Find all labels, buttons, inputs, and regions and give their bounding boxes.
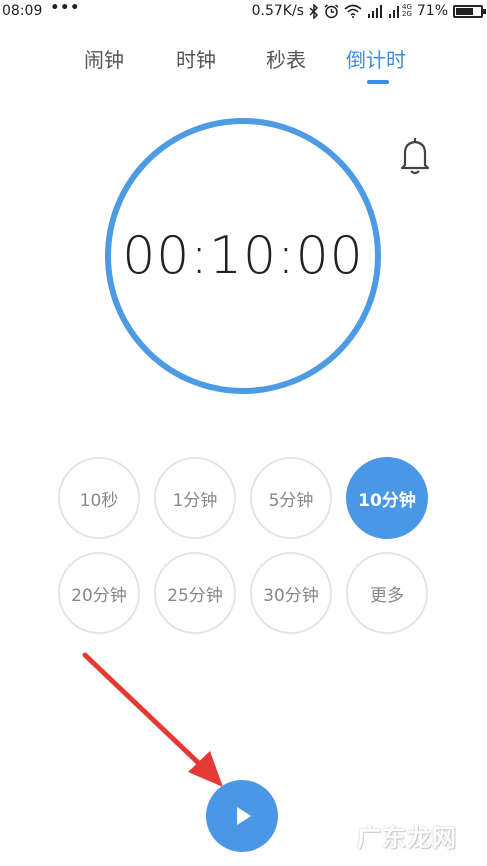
signal-icon-secondary <box>388 4 400 18</box>
play-icon <box>237 807 251 825</box>
notification-dots: ••• <box>50 0 81 16</box>
preset-5min-button[interactable]: 5分钟 <box>250 457 332 539</box>
network-speed: 0.57K/s <box>251 3 304 19</box>
start-button[interactable] <box>206 780 278 852</box>
preset-25min-button[interactable]: 25分钟 <box>154 552 236 634</box>
battery-percent: 71% <box>416 3 448 19</box>
preset-20min-button[interactable]: 20分钟 <box>58 552 140 634</box>
alarm-clock-icon <box>324 3 339 19</box>
network-type-bottom: 2G <box>401 10 412 18</box>
bluetooth-icon <box>309 3 319 19</box>
bell-icon[interactable] <box>397 136 433 176</box>
tab-alarm[interactable]: 闹钟 <box>84 44 124 73</box>
tab-stopwatch[interactable]: 秒表 <box>266 44 306 73</box>
tab-bar: 闹钟 时钟 秒表 倒计时 <box>0 44 487 84</box>
status-time: 08:09 <box>2 3 43 19</box>
preset-1min-button[interactable]: 1分钟 <box>154 457 236 539</box>
status-left: 08:09 ••• <box>2 0 81 19</box>
active-tab-indicator <box>367 80 389 84</box>
preset-10min-button[interactable]: 10分钟 <box>346 457 428 539</box>
network-type: 4G 2G <box>402 4 412 18</box>
timer-display[interactable]: 00:10:00 <box>105 118 381 394</box>
battery-icon <box>453 4 486 18</box>
preset-more-button[interactable]: 更多 <box>346 552 428 634</box>
status-right: 0.57K/s 4G 2G 71% <box>251 3 486 19</box>
battery-level <box>456 7 474 15</box>
signal-icon <box>367 4 383 18</box>
status-bar: 08:09 ••• 0.57K/s 4G 2G 71% <box>0 0 487 26</box>
preset-30min-button[interactable]: 30分钟 <box>250 552 332 634</box>
preset-10s-button[interactable]: 10秒 <box>58 457 140 539</box>
wifi-icon <box>344 4 362 18</box>
tab-countdown[interactable]: 倒计时 <box>346 44 406 73</box>
watermark: 广东龙网 <box>357 824 457 852</box>
tab-clock[interactable]: 时钟 <box>176 44 216 73</box>
